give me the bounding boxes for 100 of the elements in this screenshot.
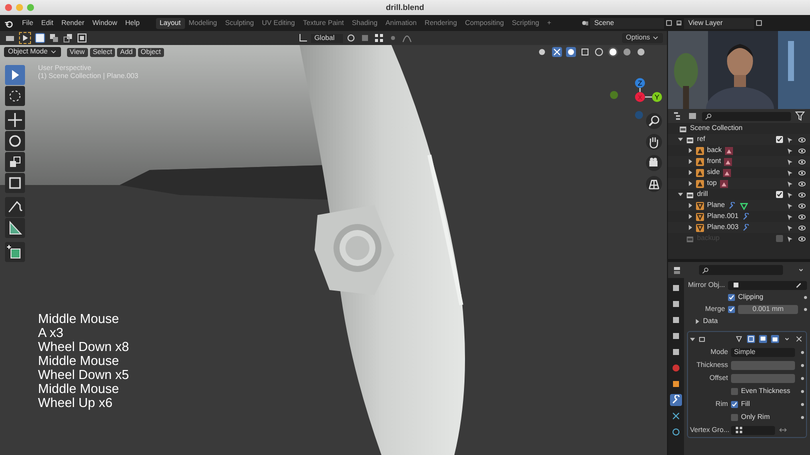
disclosure-triangle-icon[interactable]	[688, 159, 693, 164]
axis-handle[interactable]	[635, 111, 643, 119]
eyedropper-icon[interactable]	[795, 281, 803, 289]
close-icon[interactable]	[795, 335, 803, 343]
tool-tab-icon[interactable]	[670, 282, 682, 294]
disclosure-triangle-icon[interactable]	[678, 192, 683, 197]
wireframe-shading-icon[interactable]	[594, 47, 604, 57]
orientation-icon[interactable]	[298, 33, 308, 43]
eye-icon[interactable]	[798, 168, 806, 176]
play-icon[interactable]	[19, 32, 31, 44]
eye-icon[interactable]	[798, 234, 806, 242]
eye-icon[interactable]	[798, 224, 806, 232]
overlay-toggle-icon[interactable]	[566, 47, 576, 57]
keyframe-icon[interactable]	[801, 364, 804, 366]
even-thickness-checkbox[interactable]	[731, 388, 738, 394]
rotate-tool-icon[interactable]	[5, 131, 25, 151]
select-tool-icon[interactable]	[5, 65, 25, 85]
output-tab-icon[interactable]	[670, 314, 682, 326]
eye-icon[interactable]	[798, 146, 806, 154]
editor-type-icon[interactable]	[673, 265, 683, 275]
clipping-checkbox[interactable]	[728, 294, 735, 300]
disclosure-triangle-icon[interactable]	[688, 148, 693, 153]
object-field[interactable]	[728, 280, 807, 290]
solid-shading-icon[interactable]	[608, 47, 618, 57]
zoom-icon[interactable]	[646, 113, 662, 129]
keyframe-icon[interactable]	[801, 402, 804, 406]
eye-icon[interactable]	[798, 180, 806, 188]
only-rim-checkbox[interactable]	[731, 414, 738, 420]
cursor-tool-icon[interactable]	[5, 86, 25, 106]
modifier-tab-icon[interactable]	[670, 394, 682, 406]
object-tab-icon[interactable]	[670, 378, 682, 390]
grid-icon[interactable]	[374, 33, 384, 43]
transform-tool-icon[interactable]	[5, 173, 25, 193]
keyframe-icon[interactable]	[801, 376, 804, 380]
physics-tab-icon[interactable]	[670, 426, 682, 438]
render-tab-icon[interactable]	[670, 298, 682, 310]
new-selection-icon[interactable]	[35, 33, 45, 43]
pivot-icon[interactable]	[346, 33, 356, 43]
disclosure-triangle-icon[interactable]	[688, 170, 693, 175]
scale-tool-icon[interactable]	[5, 152, 25, 172]
keyframe-icon[interactable]	[801, 390, 804, 392]
extend-selection-icon[interactable]	[49, 33, 59, 43]
scene-tab-icon[interactable]	[670, 346, 682, 358]
keyframe-icon[interactable]	[801, 416, 804, 418]
disclosure-triangle-icon[interactable]	[688, 214, 693, 219]
measure-tool-icon[interactable]	[5, 218, 25, 238]
subtract-selection-icon[interactable]	[63, 33, 73, 43]
keyframe-icon[interactable]	[804, 296, 807, 298]
eye-icon[interactable]	[798, 202, 806, 210]
gizmo-toggle-icon[interactable]	[552, 47, 562, 57]
annotate-tool-icon[interactable]	[5, 197, 25, 217]
eye-icon[interactable]	[798, 190, 806, 198]
filter-mode-icon[interactable]	[688, 111, 698, 121]
viewport-toggle-icon[interactable]	[759, 335, 767, 343]
add-cube-tool-icon[interactable]	[5, 242, 25, 262]
falloff-icon[interactable]	[402, 33, 412, 43]
disclosure-triangle-icon[interactable]	[678, 137, 683, 142]
invert-selection-icon[interactable]	[77, 33, 87, 43]
render-toggle-icon[interactable]	[771, 335, 779, 343]
close-button[interactable]	[5, 4, 12, 11]
particles-tab-icon[interactable]	[670, 410, 682, 422]
exclude-checkbox[interactable]	[776, 136, 783, 143]
view-layer-icon[interactable]	[675, 19, 684, 27]
xray-icon[interactable]	[580, 47, 590, 57]
fill-checkbox[interactable]	[731, 400, 738, 408]
camera-icon[interactable]	[646, 155, 662, 171]
disclosure-triangle-icon[interactable]	[690, 336, 695, 342]
disclosure-triangle-icon[interactable]	[695, 318, 700, 324]
keyframe-icon[interactable]	[801, 350, 804, 354]
vertex-group-field[interactable]	[731, 426, 775, 434]
grid-view-icon[interactable]	[646, 176, 662, 192]
invert-icon[interactable]	[779, 426, 787, 434]
move-tool-icon[interactable]	[5, 110, 25, 130]
dropdown-icon[interactable]	[783, 335, 791, 343]
edit-mode-toggle-icon[interactable]	[735, 335, 743, 343]
editor-type-icon[interactable]	[5, 33, 15, 43]
view-layer-tab-icon[interactable]	[670, 330, 682, 342]
disclosure-triangle-icon[interactable]	[688, 225, 693, 230]
axis-handle[interactable]	[610, 91, 618, 99]
cage-toggle-icon[interactable]	[747, 335, 755, 343]
display-mode-icon[interactable]	[673, 111, 683, 121]
keyframe-icon[interactable]	[804, 308, 807, 310]
blender-logo-icon[interactable]	[4, 18, 13, 28]
search-field[interactable]	[699, 265, 783, 275]
hand-icon[interactable]	[646, 134, 662, 150]
search-field[interactable]	[702, 112, 791, 120]
rendered-shading-icon[interactable]	[636, 47, 646, 57]
eye-icon[interactable]	[798, 212, 806, 220]
thickness-field[interactable]	[731, 360, 795, 370]
options-icon[interactable]	[797, 266, 805, 274]
eye-icon[interactable]	[798, 136, 806, 144]
merge-checkbox[interactable]	[728, 306, 735, 312]
offset-field[interactable]	[731, 374, 795, 382]
exclude-checkbox[interactable]	[776, 191, 783, 198]
scene-icon[interactable]	[581, 19, 590, 27]
world-tab-icon[interactable]	[670, 362, 682, 374]
material-shading-icon[interactable]	[622, 47, 632, 57]
disclosure-triangle-icon[interactable]	[688, 203, 693, 208]
disclosure-triangle-icon[interactable]	[688, 181, 693, 186]
filter-icon[interactable]	[795, 111, 805, 121]
